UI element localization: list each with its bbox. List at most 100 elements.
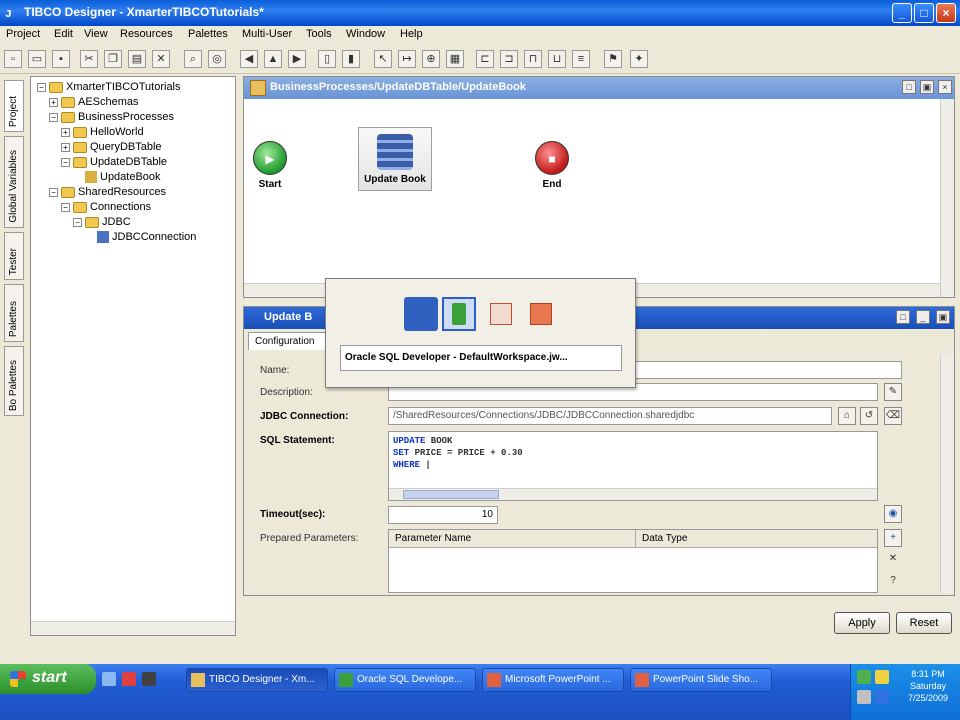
clear-resource-icon[interactable]: ⌫ — [884, 407, 902, 425]
help-icon[interactable]: ? — [884, 573, 902, 591]
jdbc-connection-field[interactable]: /SharedResources/Connections/JDBC/JDBCCo… — [388, 407, 832, 425]
start-button[interactable]: start — [0, 664, 96, 694]
sql-horizontal-scrollbar[interactable] — [389, 488, 877, 500]
quicklaunch-app-icon[interactable] — [122, 672, 136, 686]
tree-item[interactable]: − SharedResources — [49, 186, 166, 200]
align-left-icon[interactable]: ⊏ — [476, 50, 494, 68]
sql-statement-editor[interactable]: UPDATE BOOK SET PRICE = PRICE + 0.30 WHE… — [388, 431, 878, 501]
browse-resource-icon[interactable]: ↺ — [860, 407, 878, 425]
tibco-designer-icon[interactable] — [404, 297, 438, 331]
search-icon[interactable]: ◎ — [208, 50, 226, 68]
minimize-button[interactable]: _ — [892, 3, 912, 23]
column-parameter-name[interactable]: Parameter Name — [389, 530, 635, 548]
menu-palettes[interactable]: Palettes — [188, 28, 228, 40]
page-icon[interactable]: ▮ — [342, 50, 360, 68]
oracle-sql-developer-icon[interactable] — [442, 297, 476, 331]
transition-icon[interactable]: ↦ — [398, 50, 416, 68]
tray-network-icon[interactable] — [857, 670, 871, 684]
maximize-button[interactable]: □ — [914, 3, 934, 23]
menu-tools[interactable]: Tools — [306, 28, 332, 40]
prepared-parameters-grid[interactable]: Parameter Name Data Type — [388, 529, 878, 593]
tab-configuration[interactable]: Configuration — [248, 332, 326, 350]
zoom-icon[interactable]: ⊕ — [422, 50, 440, 68]
grid-icon[interactable]: ▦ — [446, 50, 464, 68]
tree-item[interactable]: − UpdateDBTable — [61, 156, 167, 170]
update-book-activity[interactable]: Update Book — [358, 127, 432, 191]
globe-icon[interactable]: ◉ — [884, 505, 902, 523]
process-close-icon[interactable]: × — [938, 80, 952, 94]
tab-tester[interactable]: Tester — [4, 232, 24, 280]
tab-palettes[interactable]: Palettes — [4, 284, 24, 342]
project-tree[interactable]: − XmarterTIBCOTutorials + AESchemas − Busines… — [30, 76, 236, 636]
task-oracle-sql-developer[interactable]: Oracle SQL Develope... — [334, 668, 476, 692]
tree-item[interactable]: UpdateBook — [73, 171, 161, 185]
up-icon[interactable]: ▲ — [264, 50, 282, 68]
menu-multi-user[interactable]: Multi-User — [242, 28, 292, 40]
collapse-icon[interactable]: − — [49, 187, 58, 197]
save-icon[interactable]: ▪ — [52, 50, 70, 68]
collapse-icon[interactable]: − — [73, 217, 82, 227]
paste-icon[interactable]: ▤ — [128, 50, 146, 68]
expand-icon[interactable]: + — [49, 97, 58, 107]
tab-global-variables[interactable]: Global Variables — [4, 136, 24, 228]
menu-resources[interactable]: Resources — [120, 28, 173, 40]
distribute-icon[interactable]: ≡ — [572, 50, 590, 68]
process-vertical-scrollbar[interactable] — [940, 99, 954, 297]
tree-item[interactable]: − BusinessProcesses — [49, 111, 174, 125]
forward-icon[interactable]: ▶ — [288, 50, 306, 68]
tray-clock[interactable]: 8:31 PM Saturday 7/25/2009 — [899, 668, 957, 704]
remove-parameter-icon[interactable]: ✕ — [884, 551, 902, 569]
start-node[interactable]: ▶ Start — [250, 141, 290, 190]
select-cursor-icon[interactable]: ↖ — [374, 50, 392, 68]
tree-item[interactable]: JDBCConnection — [85, 231, 196, 245]
open-icon[interactable]: ▭ — [28, 50, 46, 68]
delete-icon[interactable]: ✕ — [152, 50, 170, 68]
menu-window[interactable]: Window — [346, 28, 385, 40]
properties-minimize-icon[interactable]: _ — [916, 310, 930, 324]
powerpoint-icon[interactable] — [484, 297, 518, 331]
new-project-icon[interactable]: ▫ — [4, 50, 22, 68]
powerpoint-slideshow-icon[interactable] — [524, 297, 558, 331]
align-top-icon[interactable]: ⊓ — [524, 50, 542, 68]
task-powerpoint-slideshow[interactable]: PowerPoint Slide Sho... — [630, 668, 772, 692]
goto-resource-icon[interactable]: ⌂ — [838, 407, 856, 425]
menu-edit[interactable]: Edit — [54, 28, 73, 40]
task-powerpoint[interactable]: Microsoft PowerPoint ... — [482, 668, 624, 692]
add-parameter-icon[interactable]: + — [884, 529, 902, 547]
find-icon[interactable]: ⌕ — [184, 50, 202, 68]
timeout-field[interactable]: 10 — [388, 506, 498, 524]
reset-button[interactable]: Reset — [896, 612, 952, 634]
tree-item[interactable]: − JDBC — [73, 216, 131, 230]
properties-vertical-scrollbar[interactable] — [940, 355, 954, 593]
back-icon[interactable]: ◀ — [240, 50, 258, 68]
properties-maximize-icon[interactable]: ▣ — [936, 310, 950, 324]
end-node[interactable]: ■ End — [532, 141, 572, 190]
align-bottom-icon[interactable]: ⊔ — [548, 50, 566, 68]
tray-volume-icon[interactable] — [857, 690, 871, 704]
tree-item[interactable]: + AESchemas — [49, 96, 139, 110]
column-data-type[interactable]: Data Type — [635, 530, 877, 548]
expand-icon[interactable]: + — [61, 142, 70, 152]
tray-security-icon[interactable] — [875, 670, 889, 684]
tray-update-icon[interactable] — [875, 690, 889, 704]
tester-icon[interactable]: ⚑ — [604, 50, 622, 68]
tab-project[interactable]: Project — [4, 80, 24, 132]
apply-button[interactable]: Apply — [834, 612, 890, 634]
menu-view[interactable]: View — [84, 28, 108, 40]
menu-help[interactable]: Help — [400, 28, 423, 40]
quicklaunch-media-icon[interactable] — [142, 672, 156, 686]
debug-icon[interactable]: ✦ — [630, 50, 648, 68]
align-center-icon[interactable]: ⊐ — [500, 50, 518, 68]
cut-icon[interactable]: ✂ — [80, 50, 98, 68]
copy-icon[interactable]: ❐ — [104, 50, 122, 68]
menu-project[interactable]: Project — [6, 28, 40, 40]
tree-item[interactable]: + QueryDBTable — [61, 141, 162, 155]
tree-item[interactable]: − Connections — [61, 201, 151, 215]
collapse-icon[interactable]: − — [61, 157, 70, 167]
properties-restore-icon[interactable]: □ — [896, 310, 910, 324]
collapse-icon[interactable]: − — [49, 112, 58, 122]
tab-bo-palettes[interactable]: Bo Palettes — [4, 346, 24, 416]
edit-description-icon[interactable]: ✎ — [884, 383, 902, 401]
desktop-icon[interactable] — [102, 672, 116, 686]
process-maximize-icon[interactable]: ▣ — [920, 80, 934, 94]
